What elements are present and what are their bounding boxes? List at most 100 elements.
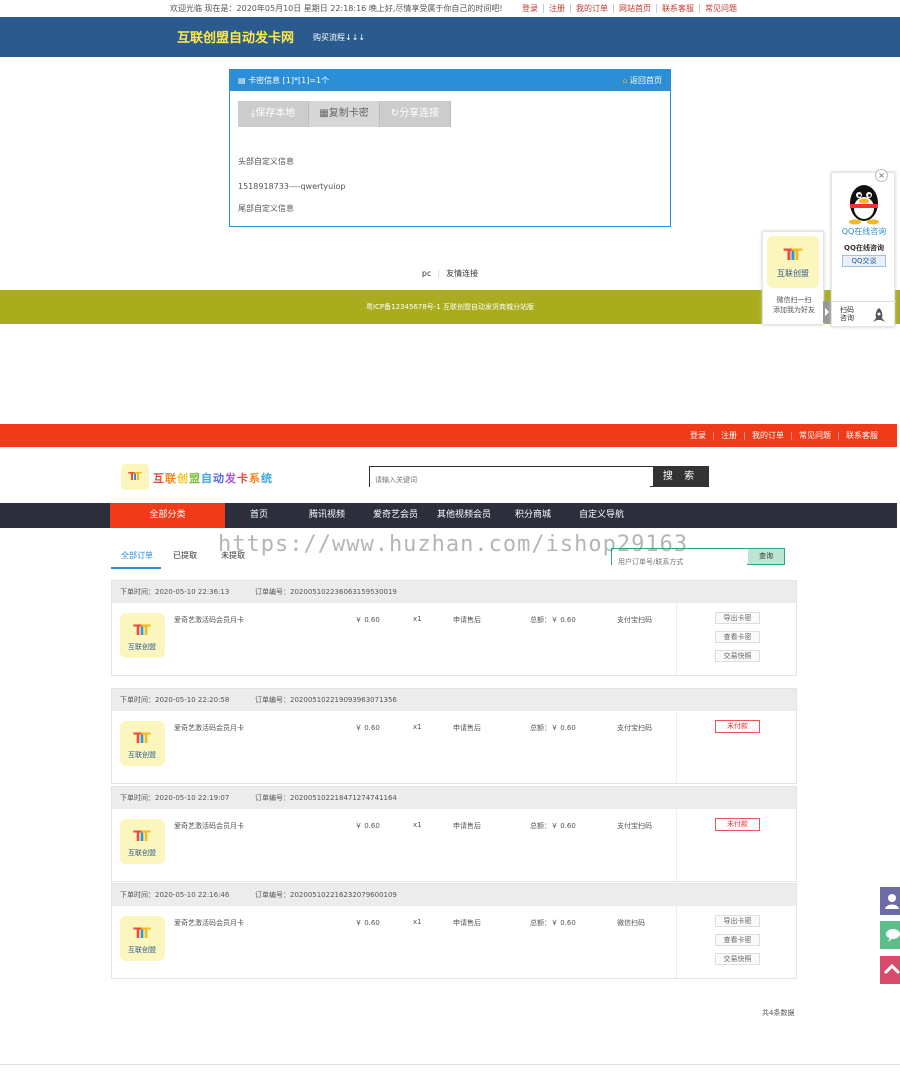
order-time: 下单时间：2020-05-10 22:36:13	[120, 588, 230, 596]
logo-letter: 自	[201, 472, 213, 485]
top2-link-register[interactable]: 注册	[714, 432, 745, 440]
nav-home[interactable]: 首页	[250, 503, 268, 528]
product-name[interactable]: 爱奇艺激活码会员月卡	[174, 821, 244, 831]
top2-link-faq[interactable]: 常见问题	[792, 432, 839, 440]
order-time: 下单时间：2020-05-10 22:16:46	[120, 891, 230, 899]
nav-iqiyi[interactable]: 爱奇艺会员	[373, 503, 418, 528]
user-icon[interactable]	[880, 887, 900, 915]
tab-all-orders[interactable]: 全部订单	[121, 545, 153, 567]
top-links: 登录 注册 我的订单 网站首页 联系客服 常见问题	[517, 0, 742, 13]
after-sale-link[interactable]: 申请售后	[453, 615, 481, 625]
nav-tencent-video[interactable]: 腾讯视频	[309, 503, 345, 528]
qq-online-link[interactable]: QQ在线咨询	[832, 226, 896, 237]
view-secret-button[interactable]: 查看卡密	[715, 631, 760, 643]
order-header: 下单时间：2020-05-10 22:36:13 订单编号：20200510223…	[112, 581, 796, 603]
order-number: 订单编号：202005102218471274741164	[255, 794, 397, 802]
wechat-toggle-arrow[interactable]	[823, 301, 831, 323]
after-sale-link[interactable]: 申请售后	[453, 918, 481, 928]
site-name[interactable]: 互联创盟自动发卡网	[177, 27, 294, 46]
product-name[interactable]: 爱奇艺激活码会员月卡	[174, 615, 244, 625]
nav-points-mall[interactable]: 积分商城	[515, 503, 551, 528]
trade-snapshot-button[interactable]: 交易快照	[715, 650, 760, 662]
search-bar: 搜 索	[369, 466, 709, 490]
product-image[interactable]: T T T 互联创盟	[120, 613, 165, 658]
top-link-register[interactable]: 注册	[544, 4, 571, 13]
card-panel-title: 卡密信息 [1]*[1]=1个	[248, 76, 330, 85]
purchase-flow-link[interactable]: 购买流程↓↓↓	[313, 32, 365, 43]
logo-letter: 统	[261, 472, 273, 485]
export-secret-button[interactable]: 导出卡密	[715, 915, 760, 927]
arrow-up-icon[interactable]	[880, 956, 900, 984]
rocket-icon[interactable]	[872, 308, 886, 323]
print-icon: ▦	[319, 108, 329, 119]
top-bar-2: 登录 注册 我的订单 常见问题 联系客服	[0, 424, 897, 447]
svg-text:T: T	[141, 926, 151, 942]
divider	[676, 906, 677, 978]
logo-letter: 卡	[237, 472, 249, 485]
footer-link-pc[interactable]: pc	[416, 269, 437, 278]
logo-letter: 联	[165, 472, 177, 485]
product-qty: x1	[413, 821, 422, 829]
tab-extracted[interactable]: 已提取	[173, 545, 197, 567]
unpaid-button[interactable]: 未付款	[715, 720, 760, 733]
product-image[interactable]: T T T 互联创盟	[120, 819, 165, 864]
product-image-label: 互联创盟	[128, 642, 156, 651]
product-image-label: 互联创盟	[128, 750, 156, 759]
order-search-button[interactable]: 查询	[748, 549, 784, 564]
logo-letter: 创	[177, 472, 189, 485]
svg-text:T: T	[141, 623, 151, 639]
qq-chat-button[interactable]: QQ交谈	[842, 255, 886, 267]
home-icon: ⌂	[622, 76, 628, 85]
card-secret: 1518918733----qwertyuiop	[238, 182, 346, 191]
order-total: 总额：￥ 0.60	[530, 822, 576, 830]
qq-float: × QQ在线咨询 QQ在线咨询 QQ交谈 扫码咨询	[831, 169, 896, 328]
top-link-home[interactable]: 网站首页	[614, 4, 657, 13]
back-home-link[interactable]: ⌂ 返回首页	[622, 70, 662, 91]
logo-letter: 盟	[189, 472, 201, 485]
search-button[interactable]: 搜 索	[653, 467, 708, 486]
order-number: 订单编号：202005102219093963071356	[255, 696, 397, 704]
trade-snapshot-button[interactable]: 交易快照	[715, 953, 760, 965]
product-qty: x1	[413, 723, 422, 731]
qq-advisory-title: QQ在线咨询	[844, 244, 884, 252]
save-local-button[interactable]: ⤓保存本地	[238, 101, 309, 127]
share-link-button[interactable]: ↻分享连接	[380, 101, 451, 127]
after-sale-link[interactable]: 申请售后	[453, 723, 481, 733]
product-image[interactable]: T T T 互联创盟	[120, 721, 165, 766]
site-logo[interactable]: T T T 互联创盟自动发卡系统	[121, 464, 276, 490]
after-sale-link[interactable]: 申请售后	[453, 821, 481, 831]
wechat-logo-text: 互联创盟	[777, 268, 809, 278]
unpaid-button[interactable]: 未付款	[715, 818, 760, 831]
chat-icon[interactable]	[880, 921, 900, 949]
top-link-orders[interactable]: 我的订单	[571, 4, 614, 13]
top-link-faq[interactable]: 常见问题	[700, 4, 742, 13]
product-name[interactable]: 爱奇艺激活码会员月卡	[174, 723, 244, 733]
top-link-login[interactable]: 登录	[517, 4, 544, 13]
view-secret-button[interactable]: 查看卡密	[715, 934, 760, 946]
top2-link-orders[interactable]: 我的订单	[745, 432, 792, 440]
top2-link-login[interactable]: 登录	[683, 432, 714, 440]
qq-bottom-bar: 扫码咨询	[832, 301, 896, 328]
order-total: 总额：￥ 0.60	[530, 724, 576, 732]
product-price: ￥ 0.60	[355, 822, 380, 830]
copy-secret-button[interactable]: ▦复制卡密	[309, 101, 380, 127]
welcome-text: 欢迎光临 现在是：2020年05月10日 星期日 22:18:16 晚上好,尽情…	[170, 4, 503, 13]
export-secret-button[interactable]: 导出卡密	[715, 612, 760, 624]
order-header: 下单时间：2020-05-10 22:20:58 订单编号：20200510221…	[112, 689, 796, 711]
product-price: ￥ 0.60	[355, 919, 380, 927]
top2-link-contact[interactable]: 联系客服	[839, 432, 885, 440]
tail-custom-info: 尾部自定义信息	[238, 204, 294, 213]
footer-link-friends[interactable]: 友情连接	[440, 269, 484, 278]
product-name[interactable]: 爱奇艺激活码会员月卡	[174, 918, 244, 928]
product-qty: x1	[413, 918, 422, 926]
order-card: 下单时间：2020-05-10 22:20:58 订单编号：20200510221…	[111, 688, 797, 784]
qr-consult-text[interactable]: 扫码咨询	[840, 306, 854, 322]
divider	[676, 711, 677, 783]
search-input[interactable]	[370, 470, 650, 490]
nav-custom[interactable]: 自定义导航	[579, 503, 624, 528]
product-image[interactable]: T T T 互联创盟	[120, 916, 165, 961]
logo-letter: 互	[153, 472, 165, 485]
nav-all-categories[interactable]: 全部分类	[110, 503, 225, 528]
top-link-contact[interactable]: 联系客服	[657, 4, 700, 13]
nav-other-video[interactable]: 其他视频会员	[437, 503, 491, 528]
